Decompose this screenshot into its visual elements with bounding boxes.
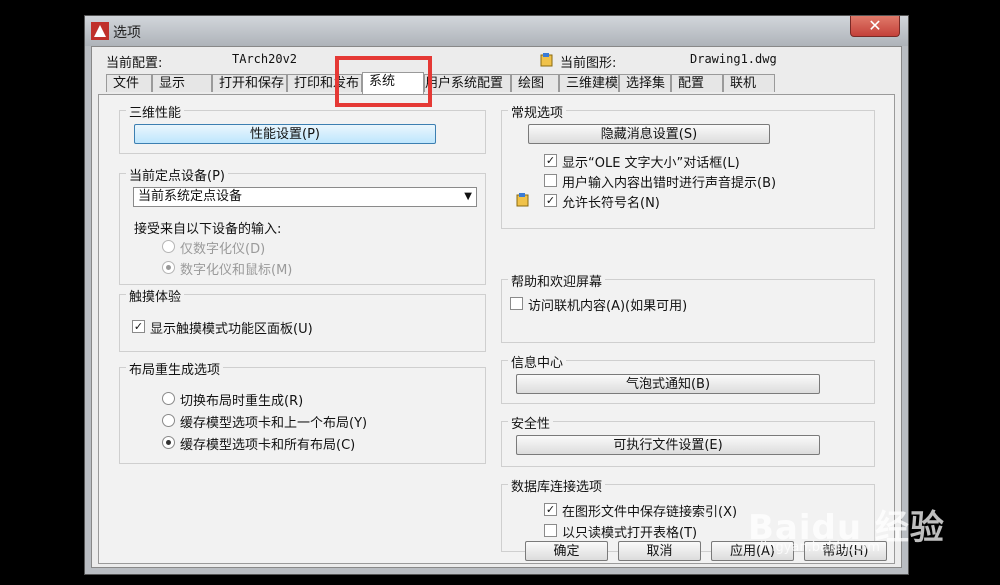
window-title: 选项 xyxy=(113,25,141,41)
tab-system[interactable]: 系统 xyxy=(362,72,424,94)
group-3d-performance: 三维性能 性能设置(P) xyxy=(119,102,486,154)
pointing-device-select[interactable]: 当前系统定点设备 ▼ xyxy=(133,187,477,207)
select-value: 当前系统定点设备 xyxy=(138,189,243,204)
chevron-down-icon: ▼ xyxy=(464,191,472,202)
watermark-url: jingyan.baidu.com xyxy=(760,540,880,555)
touch-mode-label: 显示触摸模式功能区面板(U) xyxy=(150,322,313,337)
group-title: 信息中心 xyxy=(508,352,567,371)
drawing-icon xyxy=(540,53,553,67)
touch-mode-checkbox[interactable]: ✓ xyxy=(132,320,145,333)
group-layout-regen: 布局重生成选项 切换布局时重生成(R) 缓存模型选项卡和上一个布局(Y) 缓存模… xyxy=(119,359,486,464)
online-content-checkbox[interactable] xyxy=(510,297,523,310)
digitizer-mouse-radio[interactable] xyxy=(162,261,175,274)
input-error-beep-label: 用户输入内容出错时进行声音提示(B) xyxy=(562,176,777,191)
checkmark-icon: ✓ xyxy=(133,320,144,333)
digitizer-only-radio[interactable] xyxy=(162,240,175,253)
checkmark-icon: ✓ xyxy=(545,503,556,516)
regen-on-switch-label: 切换布局时重生成(R) xyxy=(180,394,304,409)
tab-display[interactable]: 显示 xyxy=(152,74,212,92)
hidden-messages-button[interactable]: 隐藏消息设置(S) xyxy=(528,124,770,144)
tab-profiles[interactable]: 配置 xyxy=(671,74,723,92)
tab-online[interactable]: 联机 xyxy=(723,74,775,92)
cache-model-last-radio[interactable] xyxy=(162,414,175,427)
autocad-app-icon xyxy=(91,22,109,40)
tab-drafting[interactable]: 绘图 xyxy=(511,74,559,92)
input-error-beep-checkbox[interactable] xyxy=(544,174,557,187)
tab-user-preferences[interactable]: 用户系统配置 xyxy=(424,74,511,92)
ok-button[interactable]: 确定 xyxy=(525,541,608,561)
system-tab-panel: 三维性能 性能设置(P) 当前定点设备(P) 当前系统定点设备 ▼ 接受来自以下… xyxy=(98,94,895,564)
current-drawing-label: 当前图形: xyxy=(560,56,617,71)
checkmark-icon: ✓ xyxy=(545,194,556,207)
group-title: 帮助和欢迎屏幕 xyxy=(508,271,606,290)
link-index-checkbox[interactable]: ✓ xyxy=(544,503,557,516)
ole-dialog-checkbox[interactable]: ✓ xyxy=(544,154,557,167)
group-title: 触摸体验 xyxy=(126,286,185,305)
group-title: 三维性能 xyxy=(126,102,185,121)
group-info-center: 信息中心 气泡式通知(B) xyxy=(501,352,875,404)
regen-on-switch-radio[interactable] xyxy=(162,392,175,405)
dialog-client: 当前配置: TArch20v2 当前图形: Drawing1.dwg 文件 显示… xyxy=(91,46,902,568)
online-content-label: 访问联机内容(A)(如果可用) xyxy=(528,299,688,314)
long-symbol-names-checkbox[interactable]: ✓ xyxy=(544,194,557,207)
group-pointing-device: 当前定点设备(P) 当前系统定点设备 ▼ 接受来自以下设备的输入: 仅数字化仪(… xyxy=(119,165,486,285)
long-symbol-names-label: 允许长符号名(N) xyxy=(562,196,660,211)
group-title: 布局重生成选项 xyxy=(126,359,224,378)
checkmark-icon: ✓ xyxy=(545,154,556,167)
link-index-label: 在图形文件中保存链接索引(X) xyxy=(562,505,738,520)
group-touch: 触摸体验 ✓ 显示触摸模式功能区面板(U) xyxy=(119,286,486,352)
current-profile-label: 当前配置: xyxy=(106,56,163,71)
group-title: 数据库连接选项 xyxy=(508,476,606,495)
current-drawing-value: Drawing1.dwg xyxy=(690,52,777,66)
tab-3d-modeling[interactable]: 三维建模 xyxy=(559,74,619,92)
tab-selection[interactable]: 选择集 xyxy=(619,74,671,92)
balloon-notification-button[interactable]: 气泡式通知(B) xyxy=(516,374,820,394)
tab-open-save[interactable]: 打开和保存 xyxy=(212,74,287,92)
group-security: 安全性 可执行文件设置(E) xyxy=(501,413,875,467)
group-title: 当前定点设备(P) xyxy=(126,165,228,184)
options-dialog: 选项 ✕ 当前配置: TArch20v2 当前图形: Drawing1.dwg … xyxy=(84,15,909,575)
performance-settings-button[interactable]: 性能设置(P) xyxy=(134,124,436,144)
accept-input-label: 接受来自以下设备的输入: xyxy=(134,222,282,237)
group-title: 安全性 xyxy=(508,413,554,432)
readonly-tables-label: 以只读模式打开表格(T) xyxy=(562,526,698,541)
group-help-welcome: 帮助和欢迎屏幕 访问联机内容(A)(如果可用) xyxy=(501,271,875,343)
cache-model-all-label: 缓存模型选项卡和所有布局(C) xyxy=(180,438,356,453)
current-profile-value: TArch20v2 xyxy=(232,52,298,66)
executable-settings-button[interactable]: 可执行文件设置(E) xyxy=(516,435,820,455)
group-general: 常规选项 隐藏消息设置(S) ✓ 显示“OLE 文字大小”对话框(L) 用户输入… xyxy=(501,102,875,229)
drawing-icon xyxy=(516,193,529,207)
title-bar: 选项 ✕ xyxy=(85,16,908,46)
cancel-button[interactable]: 取消 xyxy=(618,541,701,561)
ole-dialog-label: 显示“OLE 文字大小”对话框(L) xyxy=(562,156,740,171)
cache-model-all-radio[interactable] xyxy=(162,436,175,449)
readonly-tables-checkbox[interactable] xyxy=(544,524,557,537)
close-button[interactable]: ✕ xyxy=(850,16,900,37)
cache-model-last-label: 缓存模型选项卡和上一个布局(Y) xyxy=(180,416,368,431)
digitizer-mouse-label: 数字化仪和鼠标(M) xyxy=(180,263,293,278)
tab-files[interactable]: 文件 xyxy=(106,74,152,92)
digitizer-only-label: 仅数字化仪(D) xyxy=(180,242,266,257)
group-title: 常规选项 xyxy=(508,102,567,121)
